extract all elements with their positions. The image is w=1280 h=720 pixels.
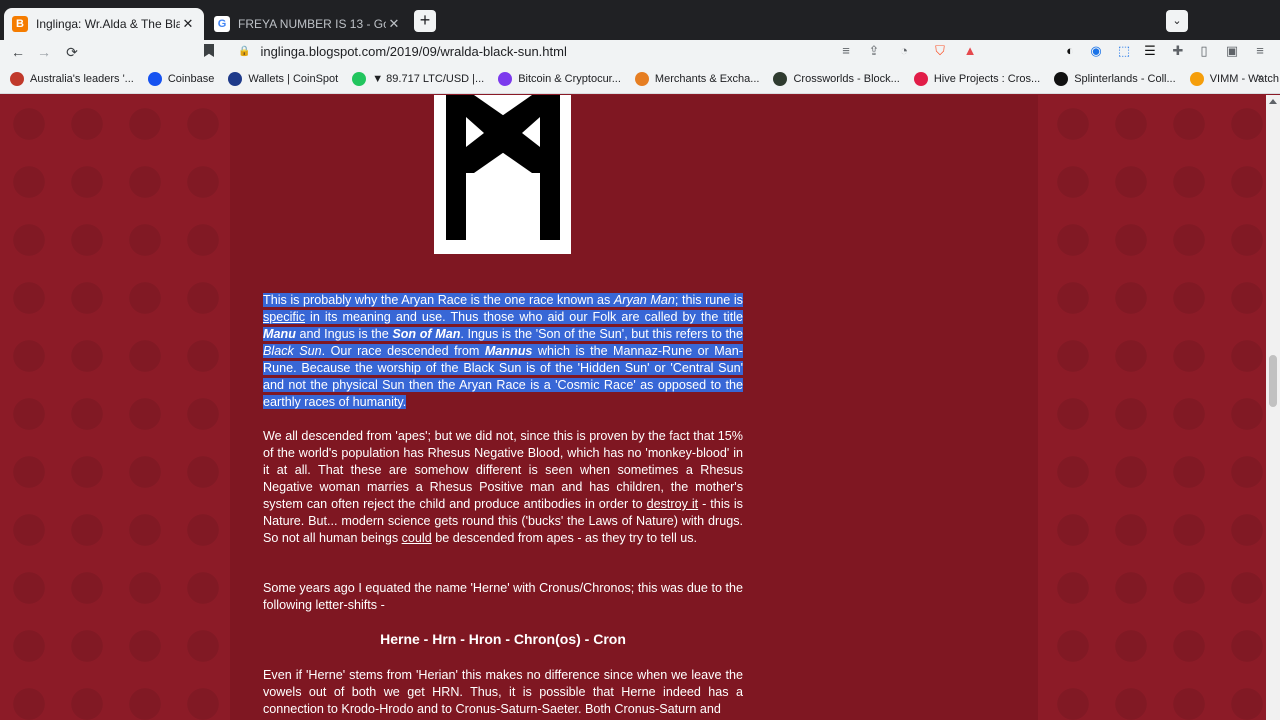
new-tab-button[interactable]: + [414,10,436,32]
mannaz-rune-image [434,95,571,254]
bookmarks-bar: Australia's leaders '... Coinbase Wallets … [0,64,1280,94]
back-button[interactable]: ← [8,42,28,62]
bookmark-item[interactable]: Coinbase [147,71,215,86]
bookmark-item[interactable]: ▼ 89.717 LTC/USD |... [352,71,485,86]
scroll-up-icon[interactable] [1269,99,1277,104]
scrollbar[interactable] [1266,95,1280,720]
brave-rewards-icon[interactable]: ▲ [962,43,978,59]
article-paragraph: We all descended from 'apes'; but we did… [263,429,743,545]
scrollbar-thumb[interactable] [1269,355,1277,407]
lock-icon: 🔒 [238,45,251,57]
tab-google-search[interactable]: G FREYA NUMBER IS 13 - Google Search ✕ [206,8,410,40]
bookmark-label: Crossworlds - Block... [793,72,900,85]
bookmark-label: Hive Projects : Cros... [933,72,1041,85]
bookmark-item[interactable]: Hive Projects : Cros... [913,71,1041,86]
menu-icon[interactable]: ≡ [1252,43,1268,59]
letter-shift-line: Herne - Hrn - Hron - Chron(os) - Cron [380,631,626,647]
article-paragraph: Even if 'Herne' stems from 'Herian' this… [263,668,743,716]
extension-icon[interactable]: ☰ [1142,43,1158,59]
bookmark-favicon-icon [773,71,788,86]
extension-icon[interactable]: ⬚ [1116,43,1132,59]
bookmark-favicon-icon [1054,71,1069,86]
tab-strip: B Inglinga: Wr.Alda & The Black Sun ✕ G … [0,0,1280,40]
bookmark-favicon-icon [913,71,928,86]
browser-toolbar: ← → ⟳ 🔒 inglinga.blogspot.com/2019/09/wr… [0,40,1280,64]
tab-title: FREYA NUMBER IS 13 - Google Search [238,17,386,31]
link-destroy-it[interactable]: destroy it [647,497,699,511]
bookmark-label: Australia's leaders '... [30,72,134,85]
blogger-icon: B [12,16,28,32]
bookmark-item[interactable]: Australia's leaders '... [10,71,134,86]
mannaz-rune-icon [446,95,560,240]
brave-shields-icon[interactable]: ⛉ [932,43,948,59]
bookmark-item[interactable]: Bitcoin & Cryptocur... [498,71,621,86]
address-bar[interactable]: 🔒 inglinga.blogspot.com/2019/09/wralda-b… [196,40,912,62]
bookmark-item[interactable]: Crossworlds - Block... [773,71,900,86]
bookmark-label: Splinterlands - Coll... [1074,72,1176,85]
bookmark-favicon-icon [10,71,24,86]
share-icon[interactable]: ⇪ [866,43,882,59]
article-paragraph: This is probably why the Aryan Race is t… [263,293,744,409]
google-icon: G [214,16,230,32]
bookmark-favicon-icon [634,71,649,86]
bookmark-label: Wallets | CoinSpot [248,72,339,85]
bookmark-item[interactable]: VIMM - Watch LIVE... [1189,71,1280,86]
bookmark-item[interactable]: Wallets | CoinSpot [228,71,339,86]
tab-search-button[interactable]: ⌄ [1166,10,1188,32]
bookmark-label: Bitcoin & Cryptocur... [518,72,621,85]
article-paragraph: Some years ago I equated the name 'Herne… [263,581,743,612]
bookmark-label: ▼ 89.717 LTC/USD |... [372,72,485,85]
sidebar-icon[interactable]: ▯ [1196,43,1212,59]
link-could[interactable]: could [402,531,432,545]
bookmark-favicon-icon [228,71,243,86]
puzzle-icon[interactable]: ✚ [1170,43,1186,59]
close-tab-icon[interactable]: ✕ [180,16,196,32]
close-tab-icon[interactable]: ✕ [386,16,402,32]
reader-mode-icon[interactable]: ≡ [838,43,854,59]
extension-icon[interactable]: ◉ [1088,43,1104,59]
bookmark-item[interactable]: Splinterlands - Coll... [1054,71,1176,86]
bookmark-item[interactable]: Merchants & Excha... [634,71,760,86]
bookmark-favicon-icon [498,71,513,86]
wallet-icon[interactable]: ▣ [1224,43,1240,59]
bookmark-favicon-icon [352,71,367,86]
tab-title: Inglinga: Wr.Alda & The Black Sun [36,17,180,31]
rss-icon[interactable]: ◔ [896,43,912,59]
bookmark-label: Coinbase [167,72,215,85]
bookmark-favicon-icon [1189,71,1204,86]
reload-button[interactable]: ⟳ [62,42,82,62]
bookmark-label: Merchants & Excha... [654,72,760,85]
bookmark-favicon-icon [147,71,162,86]
forward-button[interactable]: → [34,42,54,62]
bookmarks-overflow-button[interactable]: » [1257,70,1264,84]
link-specific[interactable]: specific [263,310,305,324]
tab-inglinga[interactable]: B Inglinga: Wr.Alda & The Black Sun ✕ [4,8,204,40]
extension-icon[interactable]: ◐ [1062,43,1078,59]
bookmark-label: VIMM - Watch LIVE... [1209,72,1280,85]
url-text: inglinga.blogspot.com/2019/09/wralda-bla… [260,43,567,59]
